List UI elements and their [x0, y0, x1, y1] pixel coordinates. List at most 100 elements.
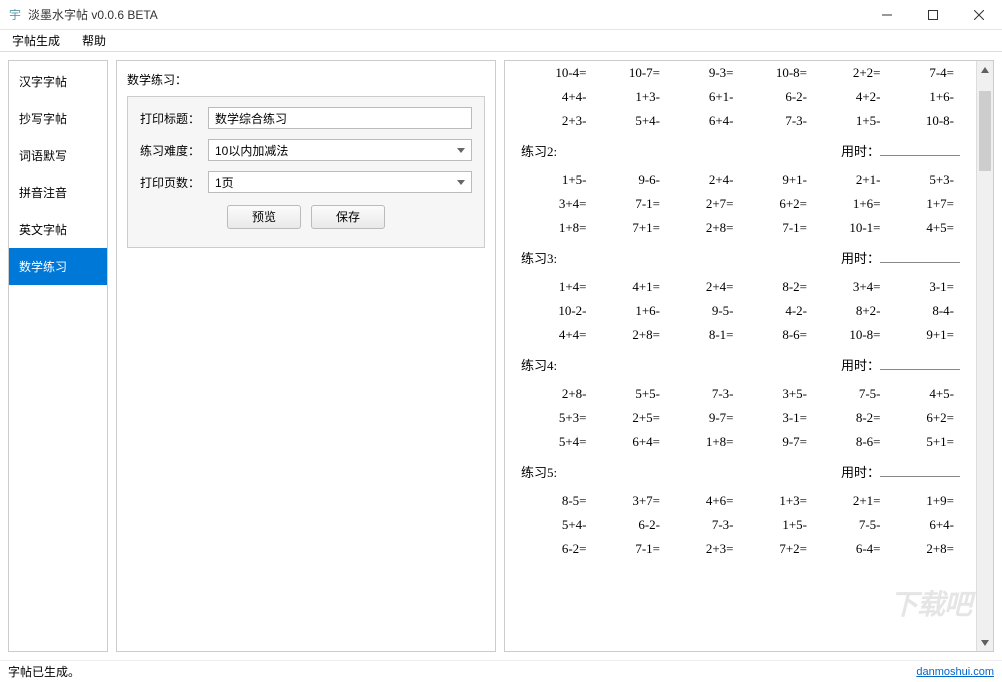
- exercise-group: 练习1:用时：10-4=10-7=9-3=10-8=2+2=7-4=4+4-1+…: [515, 61, 966, 129]
- exercise-row: 3+4=7-1=2+7=6+2=1+6=1+7=: [521, 196, 960, 212]
- exercise-cell: 1+7=: [889, 196, 961, 212]
- exercise-label: 练习3:: [521, 248, 557, 267]
- scroll-thumb[interactable]: [979, 91, 991, 171]
- pages-label: 打印页数：: [140, 174, 208, 191]
- exercise-cell: 2+1-: [815, 172, 887, 188]
- exercise-row: 4+4-1+3-6+1-6-2-4+2-1+6-: [521, 89, 960, 105]
- exercise-cell: 3-1=: [742, 410, 814, 426]
- exercise-cell: 3+4=: [521, 196, 593, 212]
- chevron-down-icon: [457, 180, 465, 185]
- exercise-cell: 6+1-: [668, 89, 740, 105]
- exercise-cell: 5+4=: [521, 434, 593, 450]
- exercise-cell: 2+3=: [668, 541, 740, 557]
- sidebar-item-copy[interactable]: 抄写字帖: [9, 100, 107, 137]
- exercise-cell: 9+1=: [889, 327, 961, 343]
- settings-panel: 数学练习： 打印标题： 练习难度： 10以内加减法 打印页数： 1页: [116, 60, 496, 652]
- exercise-cell: 1+5-: [521, 172, 593, 188]
- exercise-cell: 7-5-: [815, 517, 887, 533]
- settings-header: 数学练习：: [127, 71, 485, 88]
- exercise-cell: 1+3-: [595, 89, 667, 105]
- exercise-row: 5+3=2+5=9-7=3-1=8-2=6+2=: [521, 410, 960, 426]
- exercise-row: 10-2-1+6-9-5-4-2-8+2-8-4-: [521, 303, 960, 319]
- exercise-cell: 8-5=: [521, 493, 593, 509]
- maximize-button[interactable]: [910, 0, 956, 30]
- exercise-cell: 10-8-: [889, 113, 961, 129]
- exercise-cell: 9-7=: [742, 434, 814, 450]
- exercise-header: 练习4:用时：: [515, 355, 966, 378]
- exercise-cell: 10-8=: [815, 327, 887, 343]
- scrollbar[interactable]: [976, 61, 993, 651]
- exercise-header: 练习3:用时：: [515, 248, 966, 271]
- exercise-cell: 2+7=: [668, 196, 740, 212]
- exercise-cell: 8+2-: [815, 303, 887, 319]
- exercise-cell: 8-6=: [742, 327, 814, 343]
- close-button[interactable]: [956, 0, 1002, 30]
- title-input[interactable]: [208, 107, 472, 129]
- exercise-cell: 7+1=: [595, 220, 667, 236]
- scroll-down-button[interactable]: [977, 634, 993, 651]
- exercise-cell: 7-4=: [889, 65, 961, 81]
- pages-select[interactable]: 1页: [208, 171, 472, 193]
- exercise-cell: 8-6=: [815, 434, 887, 450]
- exercise-cell: 3+5-: [742, 386, 814, 402]
- difficulty-label: 练习难度：: [140, 142, 208, 159]
- exercise-cell: 4+4-: [521, 89, 593, 105]
- exercise-row: 2+8-5+5-7-3-3+5-7-5-4+5-: [521, 386, 960, 402]
- difficulty-select[interactable]: 10以内加减法: [208, 139, 472, 161]
- minimize-button[interactable]: [864, 0, 910, 30]
- sidebar-item-dictation[interactable]: 词语默写: [9, 137, 107, 174]
- exercise-cell: 10-7=: [595, 65, 667, 81]
- exercise-cell: 3+7=: [595, 493, 667, 509]
- exercise-cell: 7+2=: [742, 541, 814, 557]
- exercise-cell: 2+8-: [521, 386, 593, 402]
- exercise-row: 5+4-6-2-7-3-1+5-7-5-6+4-: [521, 517, 960, 533]
- menu-help[interactable]: 帮助: [76, 30, 112, 51]
- exercise-cell: 2+8=: [595, 327, 667, 343]
- preview-button[interactable]: 预览: [227, 205, 301, 229]
- exercise-cell: 7-3-: [668, 386, 740, 402]
- sidebar-item-pinyin[interactable]: 拼音注音: [9, 174, 107, 211]
- exercise-cell: 9-7=: [668, 410, 740, 426]
- exercise-cell: 6+2=: [742, 196, 814, 212]
- exercise-cell: 3-1=: [889, 279, 961, 295]
- exercise-cell: 2+5=: [595, 410, 667, 426]
- exercise-row: 10-4=10-7=9-3=10-8=2+2=7-4=: [521, 65, 960, 81]
- timer-label: 用时：: [841, 355, 960, 374]
- exercise-cell: 2+3-: [521, 113, 593, 129]
- exercise-cell: 6-2-: [595, 517, 667, 533]
- exercise-cell: 10-1=: [815, 220, 887, 236]
- exercise-cell: 5+1=: [889, 434, 961, 450]
- exercise-cell: 9-6-: [595, 172, 667, 188]
- exercise-cell: 2+2=: [815, 65, 887, 81]
- exercise-cell: 5+3=: [521, 410, 593, 426]
- exercise-cell: 7-1=: [742, 220, 814, 236]
- exercise-cell: 6+4=: [595, 434, 667, 450]
- scroll-up-button[interactable]: [977, 61, 993, 78]
- exercise-cell: 6+2=: [889, 410, 961, 426]
- exercise-header: 练习2:用时：: [515, 141, 966, 164]
- sidebar-item-hanzi[interactable]: 汉字字帖: [9, 63, 107, 100]
- status-message: 字帖已生成。: [8, 663, 80, 680]
- exercise-cell: 5+5-: [595, 386, 667, 402]
- titlebar: 宇 淡墨水字帖 v0.0.6 BETA: [0, 0, 1002, 30]
- exercise-cell: 4+6=: [668, 493, 740, 509]
- menu-generate[interactable]: 字帖生成: [6, 30, 66, 51]
- exercise-cell: 1+3=: [742, 493, 814, 509]
- exercise-cell: 10-2-: [521, 303, 593, 319]
- exercise-cell: 1+8=: [521, 220, 593, 236]
- statusbar: 字帖已生成。 danmoshui.com: [0, 660, 1002, 682]
- save-button[interactable]: 保存: [311, 205, 385, 229]
- sidebar-item-math[interactable]: 数学练习: [9, 248, 107, 285]
- timer-label: 用时：: [841, 141, 960, 160]
- sidebar: 汉字字帖 抄写字帖 词语默写 拼音注音 英文字帖 数学练习: [8, 60, 108, 652]
- sidebar-item-english[interactable]: 英文字帖: [9, 211, 107, 248]
- exercise-cell: 6-2=: [521, 541, 593, 557]
- exercise-cell: 5+4-: [595, 113, 667, 129]
- exercise-cell: 4+5=: [889, 220, 961, 236]
- difficulty-value: 10以内加减法: [215, 142, 288, 159]
- app-icon: 宇: [8, 8, 22, 22]
- exercise-cell: 3+4=: [815, 279, 887, 295]
- preview-content: 练习1:用时：10-4=10-7=9-3=10-8=2+2=7-4=4+4-1+…: [505, 61, 976, 651]
- status-link[interactable]: danmoshui.com: [916, 666, 994, 678]
- exercise-cell: 6+4-: [668, 113, 740, 129]
